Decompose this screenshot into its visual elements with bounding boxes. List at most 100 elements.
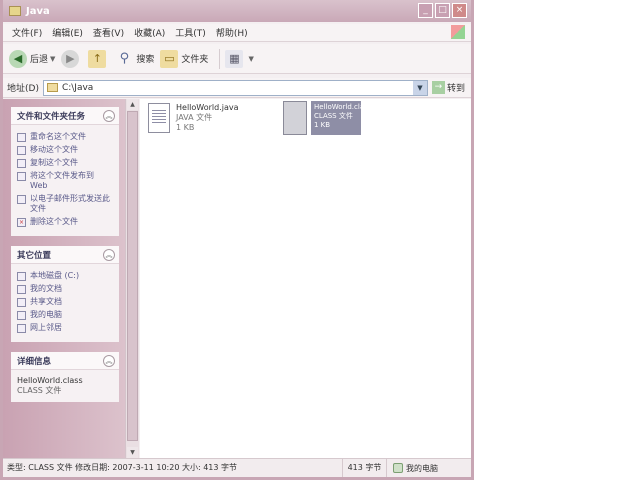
- file-tasks-panel: 文件和文件夹任务 ︽ 重命名这个文件 移动这个文件 复制这个文件 将这个文件发布…: [11, 107, 119, 236]
- task-label: 将这个文件发布到 Web: [30, 171, 94, 190]
- views-button[interactable]: ▦ ▼: [225, 49, 254, 68]
- file-list: HelloWorld.java JAVA 文件 1 KB HelloWorld.…: [140, 99, 471, 458]
- folder-icon: [46, 83, 58, 92]
- folder-up-icon: ↑: [88, 49, 107, 68]
- details-file-type: CLASS 文件: [17, 386, 62, 395]
- task-label: 删除这个文件: [30, 217, 78, 226]
- file-item[interactable]: HelloWorld.java JAVA 文件 1 KB: [148, 103, 239, 133]
- status-zone: 我的电脑: [387, 463, 471, 474]
- network-icon: [17, 324, 26, 333]
- task-pane-scrollbar[interactable]: ▲ ▼: [125, 99, 139, 458]
- file-size: 1 KB: [176, 123, 195, 132]
- address-label: 地址(D): [7, 84, 39, 94]
- menu-tools[interactable]: 工具(T): [170, 26, 211, 39]
- java-file-icon: [148, 103, 170, 133]
- menu-bar: 文件(F) 编辑(E) 查看(V) 收藏(A) 工具(T) 帮助(H): [3, 24, 471, 42]
- address-dropdown-button[interactable]: ▼: [412, 80, 427, 95]
- computer-icon: [393, 463, 403, 473]
- scroll-down-icon[interactable]: ▼: [127, 447, 138, 458]
- minimize-button[interactable]: _: [418, 3, 433, 18]
- other-places-panel: 其它位置 ︽ 本地磁盘 (C:) 我的文档 共享文档 我的电脑 网上邻居: [11, 246, 119, 342]
- task-publish[interactable]: 将这个文件发布到 Web: [17, 171, 113, 191]
- publish-icon: [17, 172, 26, 181]
- task-rename[interactable]: 重命名这个文件: [17, 132, 113, 142]
- zone-label: 我的电脑: [406, 463, 438, 473]
- place-my-documents[interactable]: 我的文档: [17, 284, 113, 294]
- toolbar: ◀ 后退 ▼ ▶ ↑ ⚲ 搜索 ▭ 文件夹 ▦ ▼: [3, 44, 471, 74]
- search-button[interactable]: ⚲ 搜索: [115, 50, 155, 68]
- file-tasks-title: 文件和文件夹任务: [17, 111, 86, 122]
- place-label: 共享文档: [30, 297, 62, 306]
- windows-logo-icon: [451, 25, 465, 39]
- place-label: 我的电脑: [30, 310, 62, 319]
- place-shared-documents[interactable]: 共享文档: [17, 297, 113, 307]
- copy-icon: [17, 159, 26, 168]
- place-label: 本地磁盘 (C:): [30, 271, 80, 280]
- menu-edit[interactable]: 编辑(E): [47, 26, 88, 39]
- forward-arrow-icon: ▶: [61, 49, 80, 68]
- delete-icon: ×: [17, 218, 26, 227]
- task-copy[interactable]: 复制这个文件: [17, 158, 113, 168]
- other-places-header[interactable]: 其它位置 ︽: [11, 246, 119, 264]
- file-type: CLASS 文件: [314, 112, 353, 120]
- task-pane: 文件和文件夹任务 ︽ 重命名这个文件 移动这个文件 复制这个文件 将这个文件发布…: [3, 99, 125, 458]
- menu-help[interactable]: 帮助(H): [211, 26, 253, 39]
- drive-icon: [17, 272, 26, 281]
- status-text: 类型: CLASS 文件 修改日期: 2007-3-11 10:20 大小: 4…: [3, 459, 343, 477]
- collapse-icon[interactable]: ︽: [103, 248, 115, 261]
- go-arrow-icon: →: [431, 81, 445, 94]
- place-label: 我的文档: [30, 284, 62, 293]
- status-size: 413 字节: [343, 459, 387, 477]
- close-button[interactable]: ×: [452, 3, 467, 18]
- move-icon: [17, 146, 26, 155]
- search-icon: ⚲: [119, 51, 130, 66]
- file-type: JAVA 文件: [176, 113, 213, 122]
- folders-label: 文件夹: [181, 55, 209, 65]
- address-value: C:\Java: [61, 82, 94, 93]
- status-bar: 类型: CLASS 文件 修改日期: 2007-3-11 10:20 大小: 4…: [3, 458, 471, 477]
- file-name: HelloWorld.java: [176, 103, 239, 112]
- task-delete[interactable]: × 删除这个文件: [17, 217, 113, 227]
- file-size: 1 KB: [314, 121, 331, 129]
- go-button[interactable]: → 转到: [431, 81, 465, 94]
- email-icon: [17, 195, 26, 204]
- place-label: 网上邻居: [30, 323, 62, 332]
- views-icon: ▦: [225, 49, 244, 68]
- explorer-window: Java _ □ × 文件(F) 编辑(E) 查看(V) 收藏(A) 工具(T)…: [0, 0, 474, 480]
- place-network[interactable]: 网上邻居: [17, 323, 113, 333]
- forward-button[interactable]: ▶: [61, 49, 82, 68]
- address-input[interactable]: C:\Java ▼: [42, 79, 428, 96]
- scrollbar-thumb[interactable]: [127, 111, 138, 441]
- place-my-computer[interactable]: 我的电脑: [17, 310, 113, 320]
- file-tasks-header[interactable]: 文件和文件夹任务 ︽: [11, 107, 119, 125]
- details-file-name: HelloWorld.class: [17, 376, 83, 385]
- rename-icon: [17, 133, 26, 142]
- menu-view[interactable]: 查看(V): [88, 26, 129, 39]
- menu-file[interactable]: 文件(F): [7, 26, 47, 39]
- scroll-up-icon[interactable]: ▲: [127, 99, 138, 110]
- documents-icon: [17, 285, 26, 294]
- search-label: 搜索: [136, 55, 155, 65]
- up-button[interactable]: ↑: [88, 49, 109, 68]
- back-label: 后退: [30, 55, 49, 65]
- back-button[interactable]: ◀ 后退 ▼: [9, 49, 56, 68]
- task-label: 重命名这个文件: [30, 132, 86, 141]
- file-name: HelloWorld.class: [314, 103, 372, 111]
- title-bar[interactable]: Java _ □ ×: [3, 0, 471, 22]
- other-places-title: 其它位置: [17, 250, 52, 261]
- file-item-selected[interactable]: HelloWorld.class CLASS 文件 1 KB: [283, 101, 372, 135]
- details-panel: 详细信息 ︽ HelloWorld.class CLASS 文件: [11, 352, 119, 402]
- place-local-disk[interactable]: 本地磁盘 (C:): [17, 271, 113, 281]
- task-move[interactable]: 移动这个文件: [17, 145, 113, 155]
- folders-icon: ▭: [160, 49, 179, 68]
- task-email[interactable]: 以电子邮件形式发送此文件: [17, 194, 113, 214]
- details-header[interactable]: 详细信息 ︽: [11, 352, 119, 370]
- menu-favorites[interactable]: 收藏(A): [129, 26, 170, 39]
- collapse-icon[interactable]: ︽: [103, 109, 115, 122]
- selection-highlight: HelloWorld.class CLASS 文件 1 KB: [311, 101, 372, 135]
- collapse-icon[interactable]: ︽: [103, 354, 115, 367]
- folders-button[interactable]: ▭ 文件夹: [160, 49, 209, 68]
- address-bar: 地址(D) C:\Java ▼ → 转到: [3, 78, 471, 98]
- maximize-button[interactable]: □: [435, 3, 450, 18]
- chevron-down-icon: ▼: [50, 54, 56, 63]
